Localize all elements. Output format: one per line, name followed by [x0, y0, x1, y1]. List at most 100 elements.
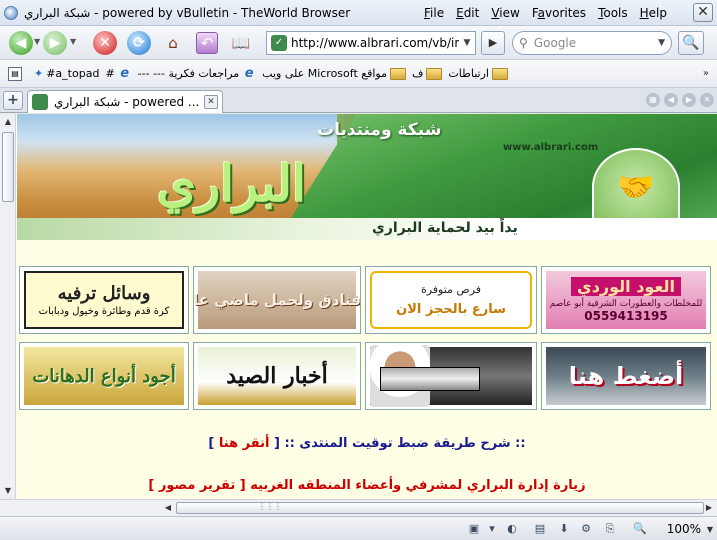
stop-icon: ✕: [93, 31, 117, 55]
refresh-icon: ⟳: [127, 31, 151, 55]
tools-icon[interactable]: ⚙: [578, 522, 594, 536]
tab-strip: + شبكة البراري - powered ... ✕ ▦ ◀ ▶ ✕: [0, 88, 717, 113]
folder-icon: [390, 67, 407, 80]
stop-button[interactable]: ✕: [92, 30, 118, 56]
search-button[interactable]: 🔍: [678, 31, 704, 55]
forum-page: شبكة ومنتديات البراري www.albrari.com 🤝 …: [17, 114, 717, 499]
scroll-left-icon[interactable]: ◀: [160, 500, 176, 516]
announcement-timezone: :: شرح طريقة ضبط توقيت المنتدى :: [ أنقر…: [208, 436, 526, 451]
bookmark-icon: ✦: [34, 67, 44, 80]
bookmark-item[interactable]: e مراجعات فكرية --- ---: [138, 65, 257, 81]
tab-scroll-right-icon[interactable]: ▶: [682, 93, 696, 107]
plus-icon: +: [7, 92, 19, 108]
security-icon[interactable]: ◐: [504, 522, 520, 536]
ad-paints[interactable]: أجود أنواع الدهانات: [19, 342, 189, 410]
bookmarks-overflow-icon[interactable]: »: [703, 68, 709, 79]
menu-help[interactable]: Help: [634, 6, 673, 20]
ie-icon: e: [244, 65, 254, 81]
back-dropdown-icon[interactable]: ▼: [34, 37, 40, 46]
restore-icon[interactable]: ⎘: [602, 522, 618, 536]
bookmark-item[interactable]: مواقع Microsoft على ويب: [262, 67, 407, 80]
ad-portrait[interactable]: [365, 342, 537, 410]
tab-label: شبكة البراري - powered ...: [54, 95, 200, 109]
photo-report-link[interactable]: تقرير مصور: [159, 478, 235, 493]
forward-button[interactable]: ▶: [42, 30, 68, 56]
tab-close-all-icon[interactable]: ✕: [700, 93, 714, 107]
back-arrow-icon: ◀: [9, 31, 33, 55]
window-close-button[interactable]: ✕: [693, 3, 713, 22]
menu-file[interactable]: File: [418, 6, 450, 20]
page-icon[interactable]: ▣: [466, 522, 482, 536]
vertical-scrollbar[interactable]: ▲ ▼: [0, 114, 16, 499]
address-dropdown-icon[interactable]: ▼: [459, 38, 475, 48]
browser-app-icon: [4, 5, 18, 20]
window-title: شبكة البراري - powered by vBulletin - Th…: [24, 5, 351, 20]
banner-url: www.albrari.com: [503, 142, 599, 153]
bookmarks-menu-icon[interactable]: ▤: [8, 66, 22, 81]
bookmark-item[interactable]: ارتباطات: [448, 67, 508, 80]
go-button[interactable]: ▶: [481, 31, 505, 55]
search-input[interactable]: Google: [534, 36, 658, 50]
navigation-toolbar: ◀ ▼ ▶ ▼ ✕ ⟳ ⌂ ↶ 📖 ✓ http://www.albrari.c…: [0, 26, 717, 60]
ad-click-here[interactable]: أضغط هنا: [541, 342, 711, 410]
forward-dropdown-icon[interactable]: ▼: [70, 37, 76, 46]
zoom-dropdown-icon[interactable]: ▼: [707, 525, 713, 534]
menu-bar: File Edit View Favorites Tools Help: [418, 6, 673, 20]
history-button[interactable]: ↶: [194, 30, 220, 56]
ad-hunting-news[interactable]: أخبار الصيد: [193, 342, 361, 410]
menu-tools[interactable]: Tools: [592, 6, 634, 20]
scroll-grip-icon: ⋮⋮⋮: [258, 502, 282, 511]
bookmark-item[interactable]: e #: [105, 65, 131, 81]
timezone-link[interactable]: أنقر هنا: [219, 436, 270, 451]
address-bar[interactable]: ✓ http://www.albrari.com/vb/in| ▼: [266, 31, 476, 55]
search-box[interactable]: ⚲ Google ▼: [512, 31, 672, 55]
book-icon: 📖: [231, 34, 251, 52]
history-icon: ↶: [196, 32, 218, 54]
tab-list-icon[interactable]: ▦: [646, 93, 660, 107]
menu-edit[interactable]: Edit: [450, 6, 485, 20]
ads-grid: وسائل ترفيه كرة قدم وطائرة وخيول ودبابات…: [17, 266, 717, 412]
download-icon[interactable]: ⬇: [556, 522, 572, 536]
title-bar: شبكة البراري - powered by vBulletin - Th…: [0, 0, 717, 26]
ad-opportunities[interactable]: فرص متوفرة سارع بالحجز الان: [365, 266, 537, 334]
site-banner[interactable]: شبكة ومنتديات البراري www.albrari.com 🤝 …: [17, 114, 717, 240]
banner-network-label: شبكة ومنتديات: [317, 120, 442, 140]
ad-entertainment[interactable]: وسائل ترفيه كرة قدم وطائرة وخيول ودبابات: [19, 266, 189, 334]
tab-close-button[interactable]: ✕: [204, 95, 218, 109]
bookmarks-bar: ▤ ارتباطات ف مواقع Microsoft على ويب e مر…: [0, 60, 717, 88]
scroll-up-icon[interactable]: ▲: [0, 114, 16, 130]
menu-favorites[interactable]: Favorites: [526, 6, 592, 20]
banner-tagline: يداً بيد لحماية البراري: [17, 218, 717, 240]
folder-icon: [491, 67, 508, 80]
back-button[interactable]: ◀: [8, 30, 34, 56]
scroll-down-icon[interactable]: ▼: [0, 483, 16, 499]
zoom-icon[interactable]: 🔍: [632, 522, 648, 536]
menu-view[interactable]: View: [485, 6, 525, 20]
new-tab-button[interactable]: +: [3, 91, 23, 110]
search-engine-dropdown-icon[interactable]: ▼: [658, 38, 665, 48]
home-button[interactable]: ⌂: [160, 30, 186, 56]
status-bar: ▣ ▾ ◐ ▤ ⬇ ⚙ ⎘ 🔍 100% ▼: [0, 516, 717, 540]
bookmark-items: ارتباطات ف مواقع Microsoft على ويب e مراج…: [34, 65, 514, 81]
ad-hotels[interactable]: فنادق ولحمل ماضي عا: [193, 266, 361, 334]
tab-active[interactable]: شبكة البراري - powered ... ✕: [27, 90, 223, 113]
tab-scroll-left-icon[interactable]: ◀: [664, 93, 678, 107]
ie-icon: e: [120, 65, 130, 81]
vertical-scroll-thumb[interactable]: [2, 132, 14, 202]
ad-perfume[interactable]: العود الوردي للمخلطات والعطورات الشرقية …: [541, 266, 711, 334]
announcement-visit: زيارة إدارة البراري لمشرفي وأعضاء المنطق…: [148, 478, 586, 493]
address-input[interactable]: http://www.albrari.com/vb/in|: [291, 36, 459, 50]
favorites-button[interactable]: 📖: [228, 30, 254, 56]
status-dropdown-icon[interactable]: ▾: [484, 522, 500, 536]
horizontal-scroll-thumb[interactable]: [176, 502, 704, 514]
popup-blocker-icon[interactable]: ▤: [532, 522, 548, 536]
horizontal-scrollbar[interactable]: ◀ ⋮⋮⋮ ▶: [0, 499, 717, 516]
scroll-right-icon[interactable]: ▶: [701, 500, 717, 516]
refresh-button[interactable]: ⟳: [126, 30, 152, 56]
search-engine-icon[interactable]: ⚲: [519, 36, 528, 50]
home-icon: ⌂: [168, 34, 178, 52]
folder-icon: [426, 67, 443, 80]
bookmark-item[interactable]: ف: [412, 67, 443, 80]
bookmark-item[interactable]: ✦ #a_topad: [34, 67, 99, 80]
zoom-level[interactable]: 100%: [667, 522, 701, 536]
